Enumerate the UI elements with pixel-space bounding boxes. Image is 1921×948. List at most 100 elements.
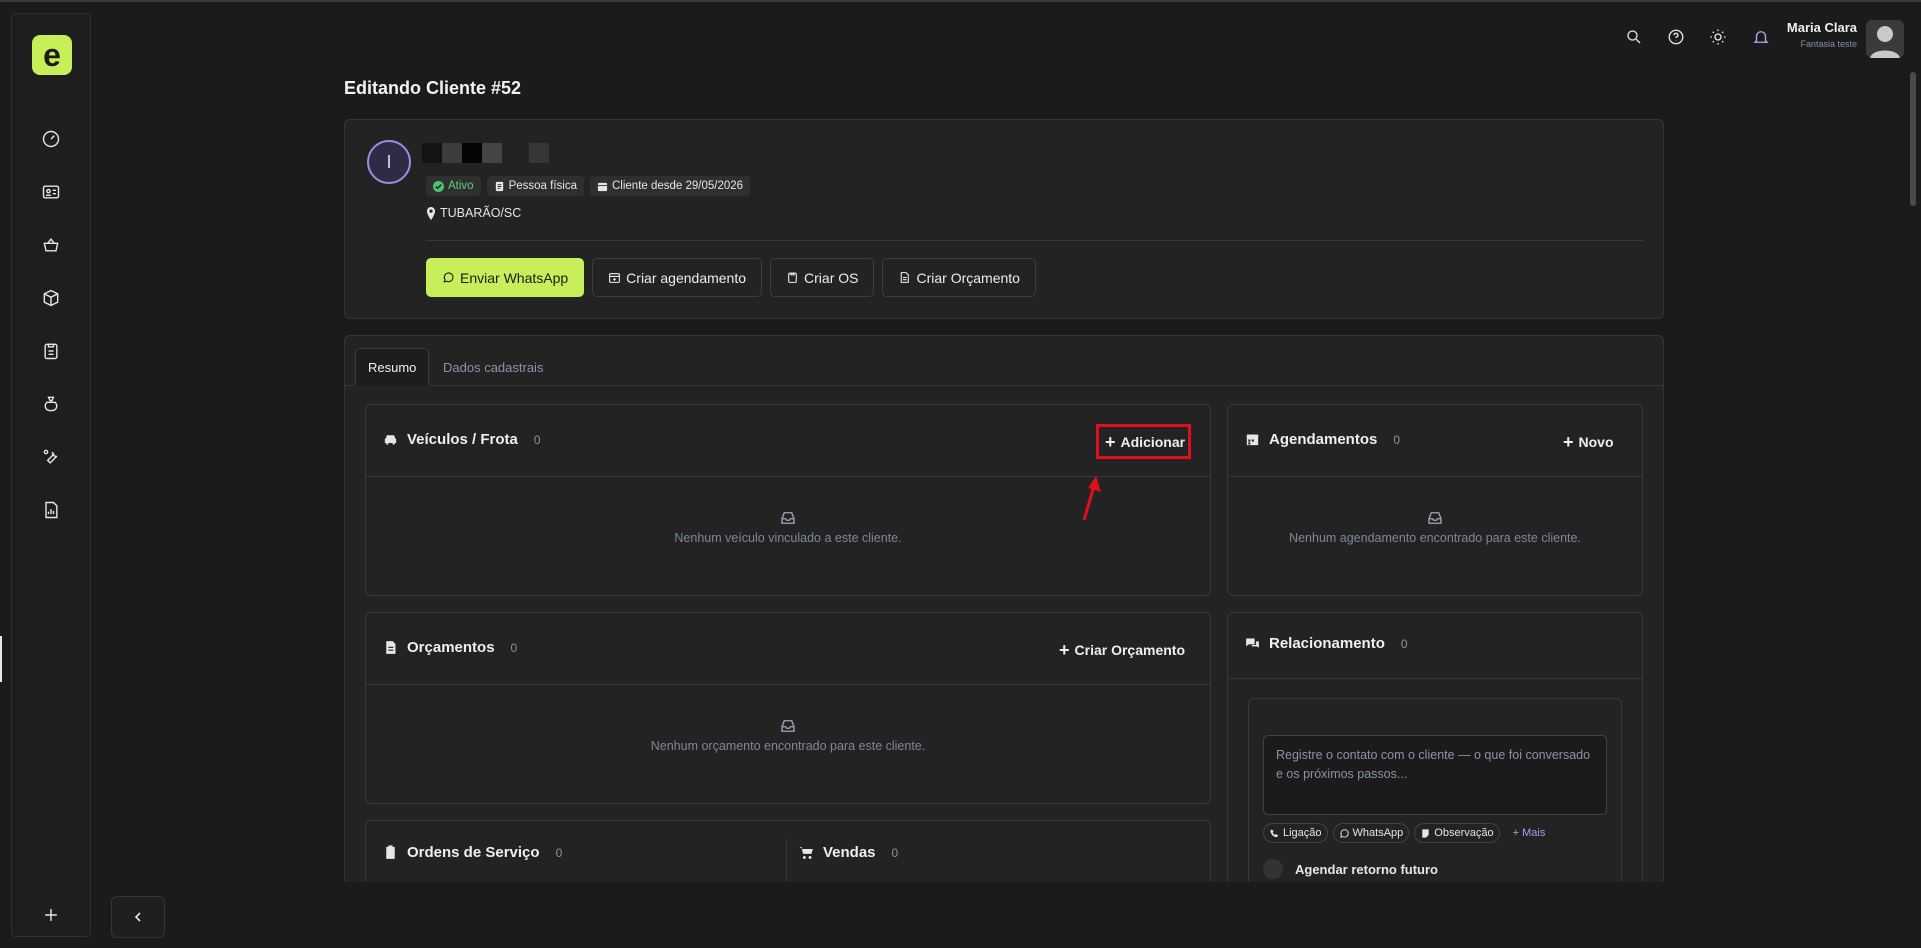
contact-note-textarea[interactable]: Registre o contato com o cliente — o que… [1263, 735, 1607, 815]
appointments-count: 0 [1393, 432, 1401, 447]
sales-count: 0 [891, 845, 899, 860]
quotes-header: Orçamentos 0 + Criar Orçamento [366, 613, 1210, 685]
quotes-empty-state: Nenhum orçamento encontrado para este cl… [366, 717, 1210, 753]
client-badges: Ativo Pessoa física Cliente desde 29/05/… [426, 176, 751, 196]
more-chips-link[interactable]: + Mais [1513, 827, 1546, 839]
appointments-header: Agendamentos 0 + Novo [1228, 405, 1642, 477]
appointments-empty-state: Nenhum agendamento encontrado para este … [1228, 509, 1642, 545]
vehicles-header: Veículos / Frota 0 + Adicionar [366, 405, 1210, 477]
cart-icon [799, 846, 813, 859]
client-avatar: I [367, 140, 411, 184]
whatsapp-icon [443, 272, 454, 283]
redacted-name [462, 143, 482, 163]
redacted-name [422, 143, 442, 163]
tab-resumo[interactable]: Resumo [355, 348, 430, 386]
divider [426, 240, 1643, 241]
relationship-panel: Relacionamento 0 Registre o contato com o… [1227, 612, 1643, 912]
status-badge: Ativo [426, 176, 481, 196]
service-orders-count: 0 [555, 845, 563, 860]
finance-bag-icon[interactable] [39, 392, 63, 416]
relationship-form: Registre o contato com o cliente — o que… [1248, 698, 1622, 911]
clients-icon[interactable] [39, 180, 63, 204]
create-appointment-button[interactable]: Criar agendamento [592, 258, 763, 297]
relationship-title: Relacionamento 0 [1244, 635, 1408, 652]
tab-bar: Resumo Dados cadastrais [345, 336, 1663, 386]
client-actions: Enviar WhatsApp Criar agendamento Criar … [426, 258, 1036, 297]
app-logo[interactable]: e [32, 35, 72, 75]
plus-icon[interactable] [39, 903, 63, 927]
search-icon[interactable] [1622, 25, 1646, 49]
inbox-icon [1428, 512, 1442, 524]
clipboard-icon [788, 272, 797, 283]
relationship-count: 0 [1400, 636, 1408, 651]
plus-icon: + [1059, 639, 1070, 660]
user-company: Fantasia teste [1800, 39, 1857, 49]
map-pin-icon [426, 206, 436, 220]
user-name[interactable]: Maria Clara [1787, 20, 1857, 35]
schedule-return-label: Agendar retorno futuro [1295, 862, 1438, 877]
highlight-box [1096, 424, 1191, 459]
redacted-name [442, 143, 462, 163]
sales-basket-icon[interactable] [39, 233, 63, 257]
calendar-icon [1246, 434, 1259, 446]
help-icon[interactable] [1664, 25, 1688, 49]
collapse-sidebar-button[interactable] [111, 896, 165, 938]
chevron-left-icon [134, 912, 141, 922]
relationship-header: Relacionamento 0 [1228, 613, 1642, 679]
new-appointment-button[interactable]: + Novo [1557, 428, 1620, 456]
type-badge: Pessoa física [486, 176, 584, 196]
create-quote-button[interactable]: Criar Orçamento [882, 258, 1036, 297]
appointments-panel: Agendamentos 0 + Novo Nenhum agendamento e… [1227, 404, 1643, 596]
chip-ligacao[interactable]: Ligação [1263, 823, 1328, 843]
page-scrollbar[interactable] [1910, 72, 1916, 206]
calendar-plus-icon [609, 273, 621, 283]
red-arrow-annotation [1082, 476, 1101, 521]
content-clip [344, 882, 1664, 948]
avatar[interactable] [1866, 20, 1904, 58]
quotes-panel: Orçamentos 0 + Criar Orçamento Nenhum orça… [365, 612, 1211, 804]
create-os-button[interactable]: Criar OS [770, 258, 875, 297]
schedule-return-toggle[interactable] [1263, 859, 1283, 879]
client-header-card: I Ativo Pessoa física Cliente desde 29/0… [344, 119, 1664, 319]
reports-icon[interactable] [39, 498, 63, 522]
tools-wrench-icon[interactable] [39, 445, 63, 469]
window-top-border [0, 0, 1921, 2]
create-quote-button[interactable]: + Criar Orçamento [1053, 636, 1191, 664]
dashboard-icon[interactable] [39, 127, 63, 151]
sidebar: e [11, 13, 91, 937]
vehicles-count: 0 [533, 432, 541, 447]
products-box-icon[interactable] [39, 286, 63, 310]
redacted-name [482, 143, 502, 163]
since-badge: Cliente desde 29/05/2026 [589, 176, 751, 196]
vehicles-title: Veículos / Frota 0 [382, 431, 541, 448]
service-orders-icon[interactable] [39, 339, 63, 363]
send-whatsapp-button[interactable]: Enviar WhatsApp [426, 258, 585, 297]
chip-observacao[interactable]: Observação [1414, 823, 1500, 843]
check-circle-icon [433, 180, 444, 192]
clipboard-icon [386, 845, 395, 859]
inbox-icon [781, 720, 795, 732]
appointments-title: Agendamentos 0 [1244, 431, 1400, 448]
document-icon [386, 641, 396, 654]
service-orders-title: Ordens de Serviço 0 [382, 844, 562, 861]
inbox-icon [781, 512, 795, 524]
document-icon [901, 272, 910, 283]
tab-dados-cadastrais[interactable]: Dados cadastrais [431, 348, 555, 386]
theme-sun-icon[interactable] [1706, 25, 1730, 49]
whatsapp-icon [1339, 828, 1349, 838]
quotes-count: 0 [510, 640, 518, 655]
page-title: Editando Cliente #52 [344, 78, 522, 98]
contact-type-chips: Ligação WhatsApp Observação + Mais [1263, 823, 1545, 843]
phone-icon [1270, 828, 1279, 837]
redacted-name [529, 143, 549, 163]
chip-whatsapp[interactable]: WhatsApp [1332, 823, 1410, 843]
quotes-title: Orçamentos 0 [382, 639, 517, 656]
note-icon [1422, 828, 1430, 838]
active-indicator [0, 636, 2, 682]
notifications-icon[interactable] [1749, 25, 1773, 49]
chat-bubbles-icon [1246, 638, 1259, 648]
sales-title: Vendas 0 [798, 844, 898, 861]
id-card-icon [495, 181, 503, 191]
client-location: TUBARÃO/SC [426, 206, 521, 220]
calendar-icon [597, 182, 608, 191]
